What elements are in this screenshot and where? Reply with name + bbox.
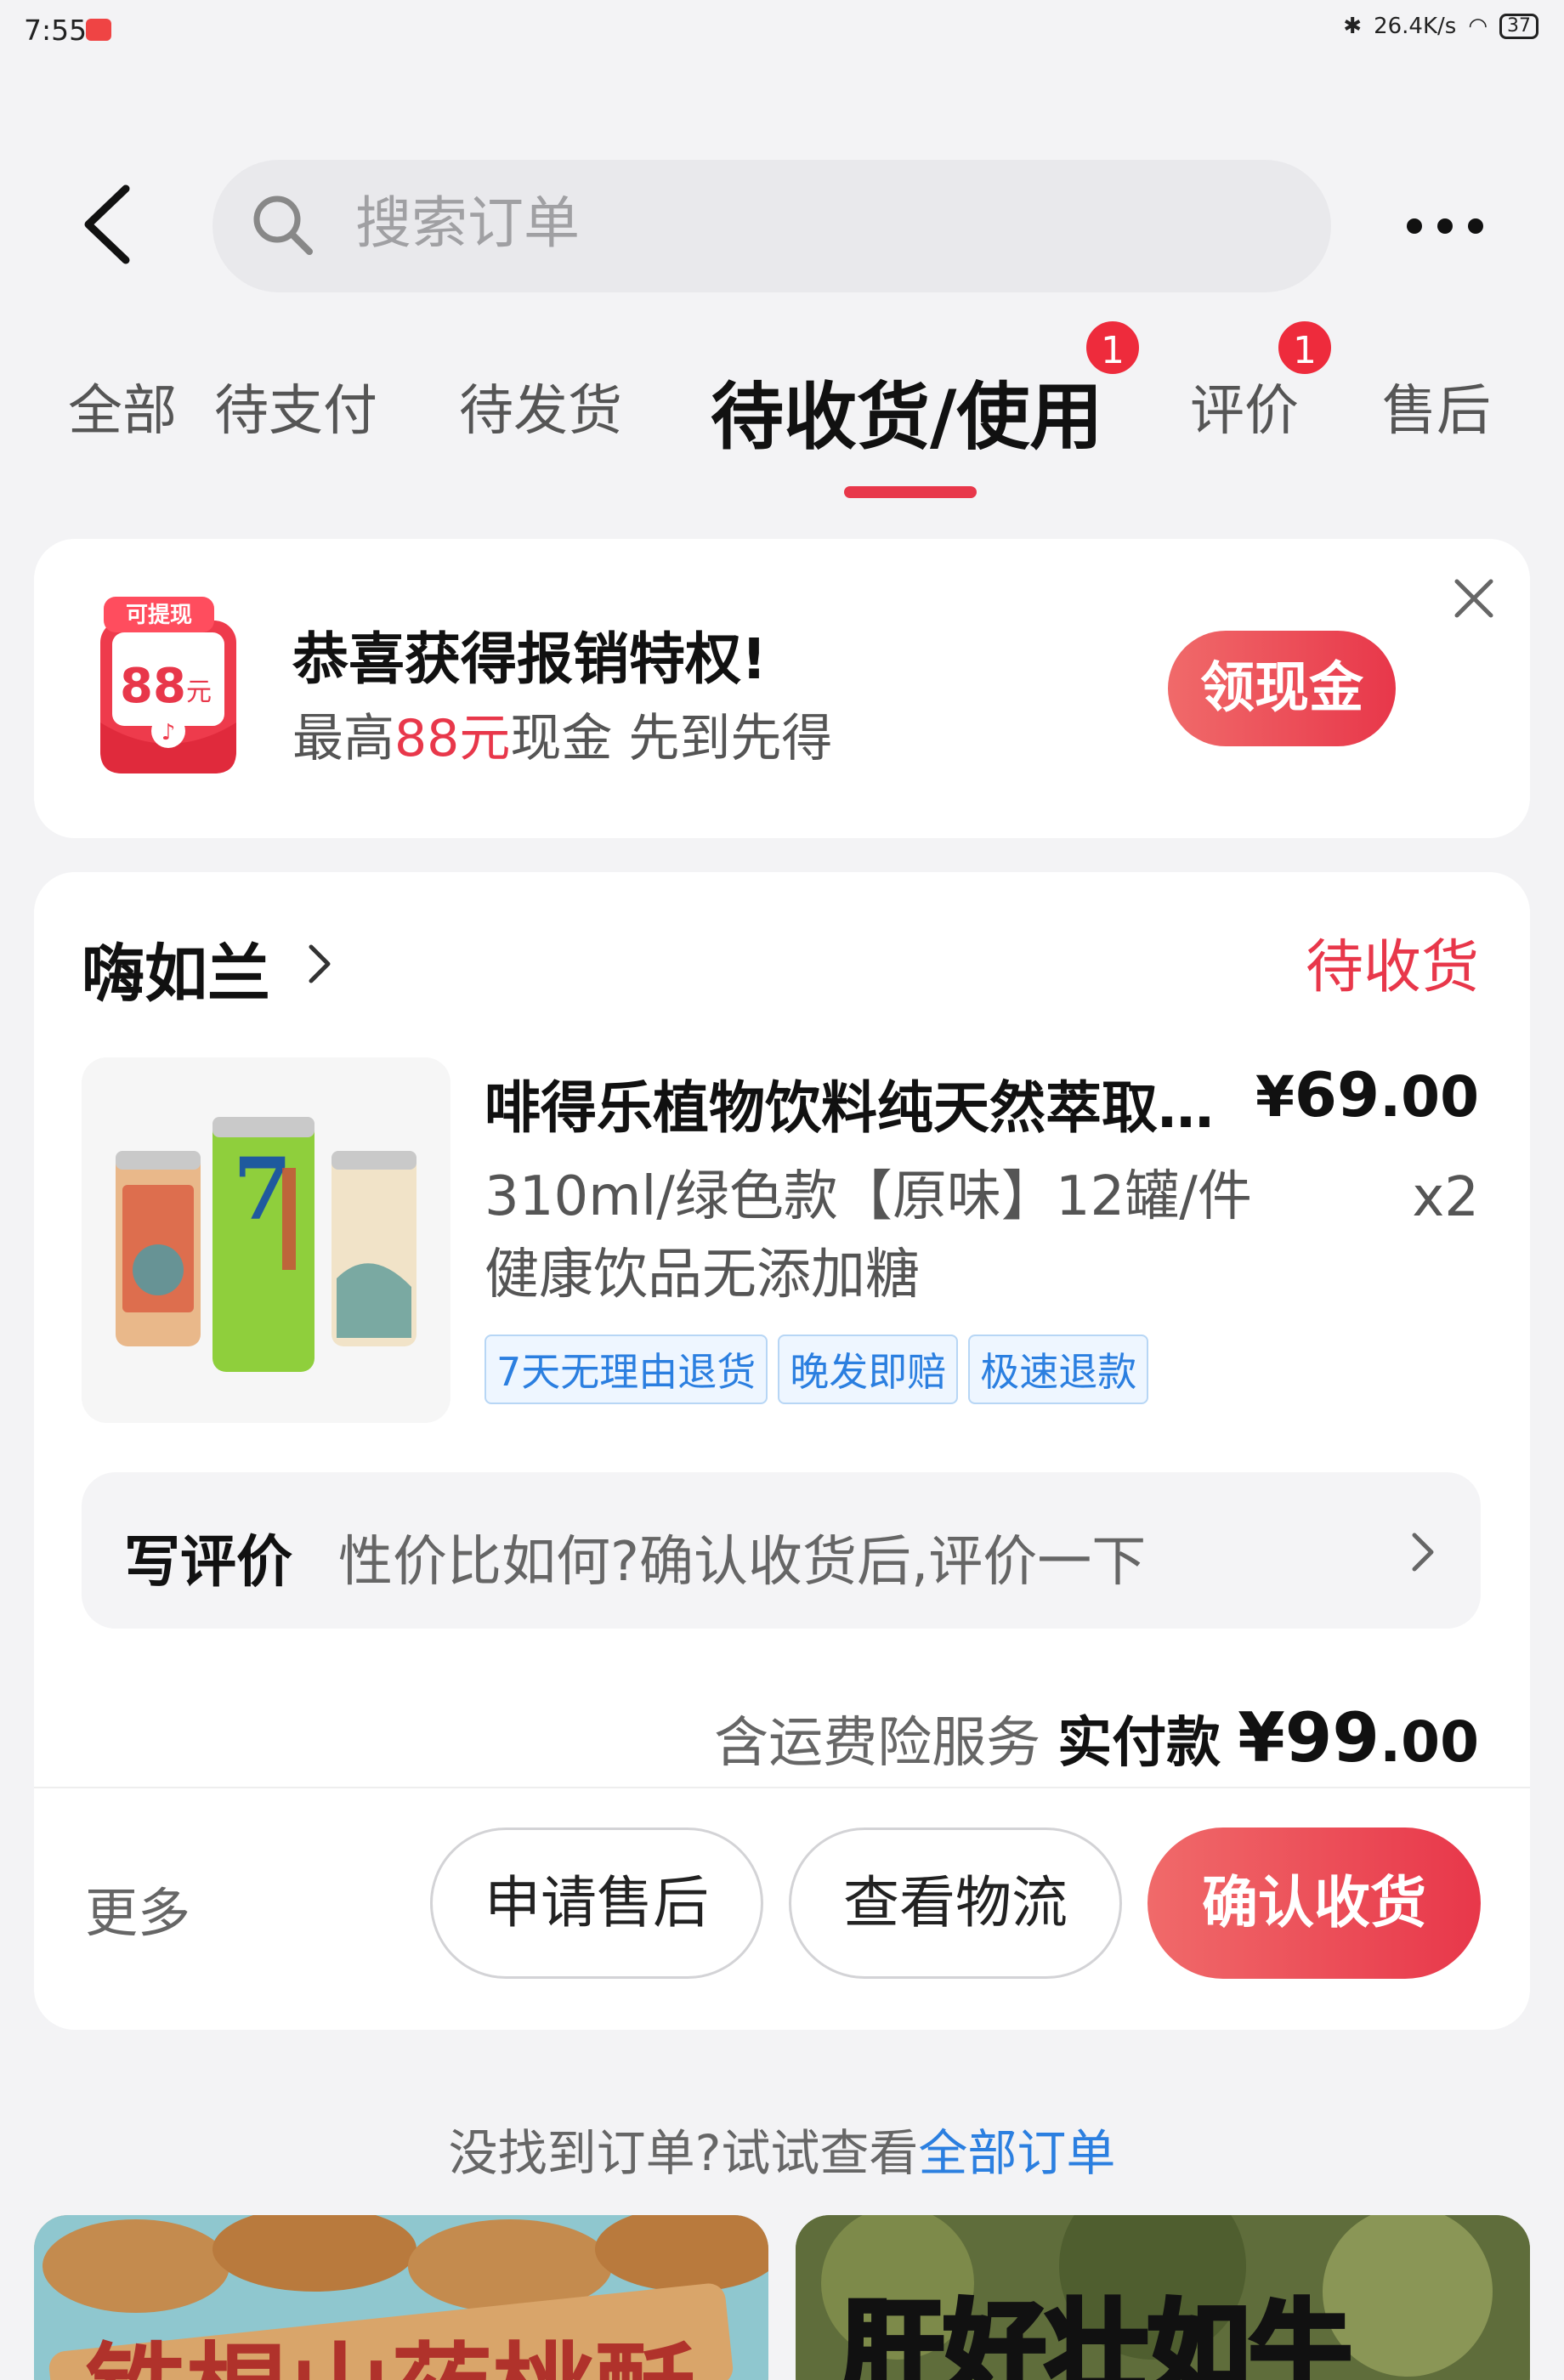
cash-envelope-icon: 可提现 88 元 ♪ bbox=[100, 597, 236, 774]
price-symbol: ¥ bbox=[1255, 1064, 1295, 1130]
close-icon[interactable] bbox=[1450, 575, 1498, 622]
tab-all[interactable]: 全部 bbox=[68, 367, 177, 445]
product-image[interactable]: 7 bbox=[82, 1057, 450, 1423]
search-input[interactable] bbox=[355, 189, 1273, 257]
promo-sub-suffix: 现金 先到先得 bbox=[510, 709, 833, 768]
battery-indicator: 37 bbox=[1499, 14, 1538, 39]
tag-7day-return: 7天无理由退货 bbox=[484, 1334, 768, 1404]
service-tags: 7天无理由退货 晚发即赔 极速退款 bbox=[484, 1334, 1149, 1404]
active-tab-indicator bbox=[844, 486, 977, 498]
promo-sub-highlight: 88元 bbox=[394, 709, 511, 768]
price-integer: 69 bbox=[1294, 1059, 1380, 1130]
total-label: 实付款 bbox=[1057, 1712, 1221, 1775]
total-integer: 99 bbox=[1284, 1698, 1380, 1777]
tag-late-compensation: 晚发即赔 bbox=[778, 1334, 959, 1404]
tab-pending-shipment[interactable]: 待发货 bbox=[459, 367, 622, 445]
promo-subtitle: 最高88元现金 先到先得 bbox=[292, 697, 832, 771]
promo-icon-top-text: 可提现 bbox=[126, 603, 192, 628]
not-found-text: 没找到订单?试试查看 bbox=[448, 2124, 919, 2182]
svg-text:♪: ♪ bbox=[162, 720, 176, 745]
tab-review-badge: 1 bbox=[1275, 318, 1334, 377]
total-symbol: ¥ bbox=[1238, 1698, 1285, 1777]
chevron-right-icon bbox=[1412, 1533, 1434, 1572]
all-orders-link[interactable]: 全部订单 bbox=[918, 2124, 1115, 2182]
tag-fast-refund: 极速退款 bbox=[968, 1334, 1149, 1404]
recommendation-card[interactable]: 肝好壮如牛 bbox=[796, 2215, 1530, 2380]
recommendation-overlay-text: 铁棍山药桃酥 bbox=[85, 2309, 697, 2380]
status-right: ✱ 26.4K/s ◠ 37 bbox=[1343, 14, 1538, 39]
order-not-found-hint: 没找到订单?试试查看全部订单 bbox=[0, 2113, 1564, 2184]
promo-title: 恭喜获得报销特权! bbox=[292, 626, 768, 692]
review-hint: 性价比如何?确认收货后,评价一下 bbox=[338, 1531, 1147, 1594]
apply-after-sale-button[interactable]: 申请售后 bbox=[430, 1828, 763, 1979]
more-options-icon[interactable] bbox=[1402, 201, 1488, 252]
order-total: 含运费险服务 实付款 ¥99.00 bbox=[714, 1698, 1479, 1777]
wifi-icon: ◠ bbox=[1468, 14, 1488, 39]
notification-app-icon bbox=[86, 19, 111, 41]
product-spec: 310ml/绿色款【原味】12罐/件 健康饮品无添加糖 bbox=[484, 1158, 1318, 1314]
promo-sub-prefix: 最高 bbox=[292, 709, 394, 768]
shop-name[interactable]: 嗨如兰 bbox=[82, 923, 270, 1014]
total-amount: ¥99.00 bbox=[1238, 1698, 1479, 1777]
chevron-right-icon[interactable] bbox=[303, 938, 337, 989]
tab-pending-receipt[interactable]: 待收货/使用 bbox=[711, 357, 1102, 463]
tab-review[interactable]: 评价 bbox=[1190, 367, 1299, 445]
total-note: 含运费险服务 bbox=[714, 1712, 1041, 1775]
bluetooth-icon: ✱ bbox=[1343, 14, 1363, 39]
product-price: ¥69.00 bbox=[1255, 1059, 1479, 1130]
view-logistics-button[interactable]: 查看物流 bbox=[789, 1828, 1122, 1979]
promo-icon-unit: 元 bbox=[186, 677, 212, 707]
divider bbox=[34, 1787, 1530, 1788]
total-decimal: .00 bbox=[1380, 1709, 1479, 1775]
product-title[interactable]: 啡得乐植物饮料纯天然萃取… bbox=[484, 1062, 1250, 1144]
recommendation-overlay-text: 肝好壮如牛 bbox=[839, 2288, 1354, 2380]
status-time: 7:55 bbox=[24, 14, 88, 47]
order-status: 待收货 bbox=[1305, 934, 1479, 1001]
promo-icon-amount: 88 bbox=[120, 659, 186, 714]
product-cans-illustration: 7 bbox=[82, 1057, 450, 1423]
network-speed: 26.4K/s bbox=[1374, 14, 1457, 39]
product-spec-line2: 健康饮品无添加糖 bbox=[484, 1244, 920, 1306]
price-decimal: .00 bbox=[1380, 1064, 1479, 1130]
tab-after-sale[interactable]: 售后 bbox=[1382, 367, 1491, 445]
claim-cash-button[interactable]: 领现金 bbox=[1168, 631, 1396, 746]
product-spec-line1: 310ml/绿色款【原味】12罐/件 bbox=[484, 1165, 1252, 1228]
tab-pending-receipt-badge: 1 bbox=[1083, 318, 1142, 377]
recommendation-card[interactable]: 铁棍山药桃酥 bbox=[34, 2215, 768, 2380]
product-quantity: x2 bbox=[1412, 1166, 1479, 1229]
back-arrow-icon[interactable] bbox=[78, 182, 138, 267]
confirm-receipt-button[interactable]: 确认收货 bbox=[1148, 1828, 1481, 1979]
more-link[interactable]: 更多 bbox=[85, 1870, 190, 1946]
search-icon bbox=[253, 196, 313, 255]
tab-pending-payment[interactable]: 待支付 bbox=[214, 367, 377, 445]
write-review-label: 写评价 bbox=[124, 1529, 292, 1595]
